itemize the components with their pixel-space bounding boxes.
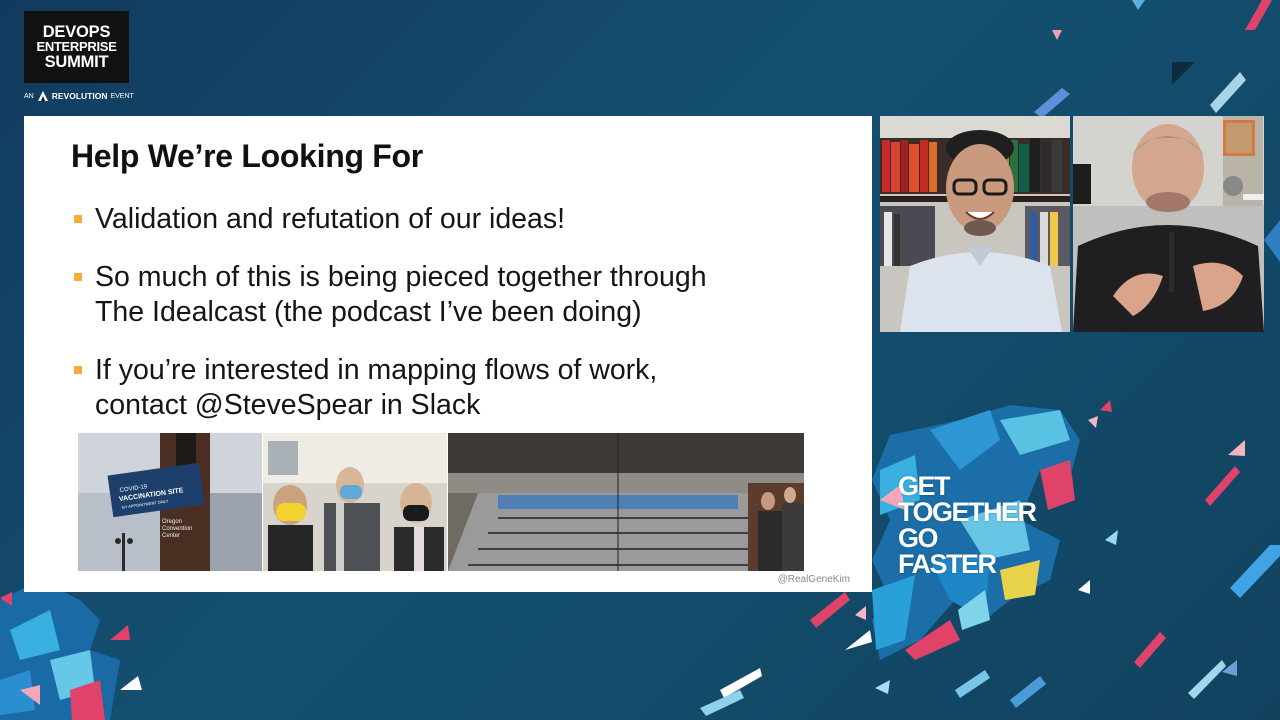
slide-credit: @RealGeneKim: [777, 574, 850, 585]
bullet-marker-icon: [74, 273, 82, 281]
speaker-2-video: [1073, 116, 1264, 332]
slide-title: Help We’re Looking For: [71, 138, 423, 174]
logo-tagline: AN REVOLUTION EVENT: [24, 88, 144, 104]
sign-caption-2: Convention: [162, 526, 192, 532]
event-slogan: GET TOGETHER GO FASTER: [898, 471, 1037, 579]
bullet-marker-icon: [74, 215, 82, 223]
slogan-line-4: FASTER: [898, 549, 997, 579]
bullet-marker-icon: [74, 366, 82, 374]
devops-enterprise-summit-logo: DEVOPS ENTERPRISE SUMMIT: [24, 11, 129, 83]
sign-caption-3: Center: [162, 533, 180, 539]
photo-convention-center-sign: COVID-19 VACCINATION SITE BY APPOINTMENT…: [78, 433, 262, 571]
speaker-video-tile-1[interactable]: [880, 116, 1070, 332]
slogan-line-1: GET: [898, 471, 951, 501]
bullet-text: If you’re interested in mapping flows of…: [95, 354, 658, 421]
speaker-video-tile-2[interactable]: [1073, 116, 1264, 332]
photo-vaccination-hall: [448, 433, 804, 571]
bullet-text: Validation and refutation of our ideas!: [95, 203, 566, 235]
logo-line-2: ENTERPRISE: [36, 39, 117, 55]
tagline-brand: REVOLUTION: [51, 91, 108, 101]
tagline-suffix: EVENT: [110, 92, 134, 100]
slide-bullet: So much of this is being pieced together…: [74, 260, 707, 330]
bullet-text: So much of this is being pieced together…: [95, 261, 707, 328]
slide-bullet: If you’re interested in mapping flows of…: [74, 353, 657, 423]
vaccination-site-photos: COVID-19 VACCINATION SITE BY APPOINTMENT…: [78, 433, 804, 571]
slogan-line-3: GO: [898, 523, 939, 553]
sign-caption-1: Oregon: [162, 519, 182, 525]
logo-line-3: SUMMIT: [44, 52, 109, 71]
tagline-prefix: AN: [24, 92, 34, 100]
it-revolution-icon: [37, 91, 48, 101]
logo-line-1: DEVOPS: [42, 22, 111, 41]
speaker-1-video: [880, 116, 1070, 332]
slogan-line-2: TOGETHER: [898, 497, 1037, 527]
slide-bullet: Validation and refutation of our ideas!: [74, 202, 565, 237]
presentation-slide: Help We’re Looking For Validation and re…: [24, 116, 872, 592]
photo-people-selfie: [263, 433, 447, 571]
